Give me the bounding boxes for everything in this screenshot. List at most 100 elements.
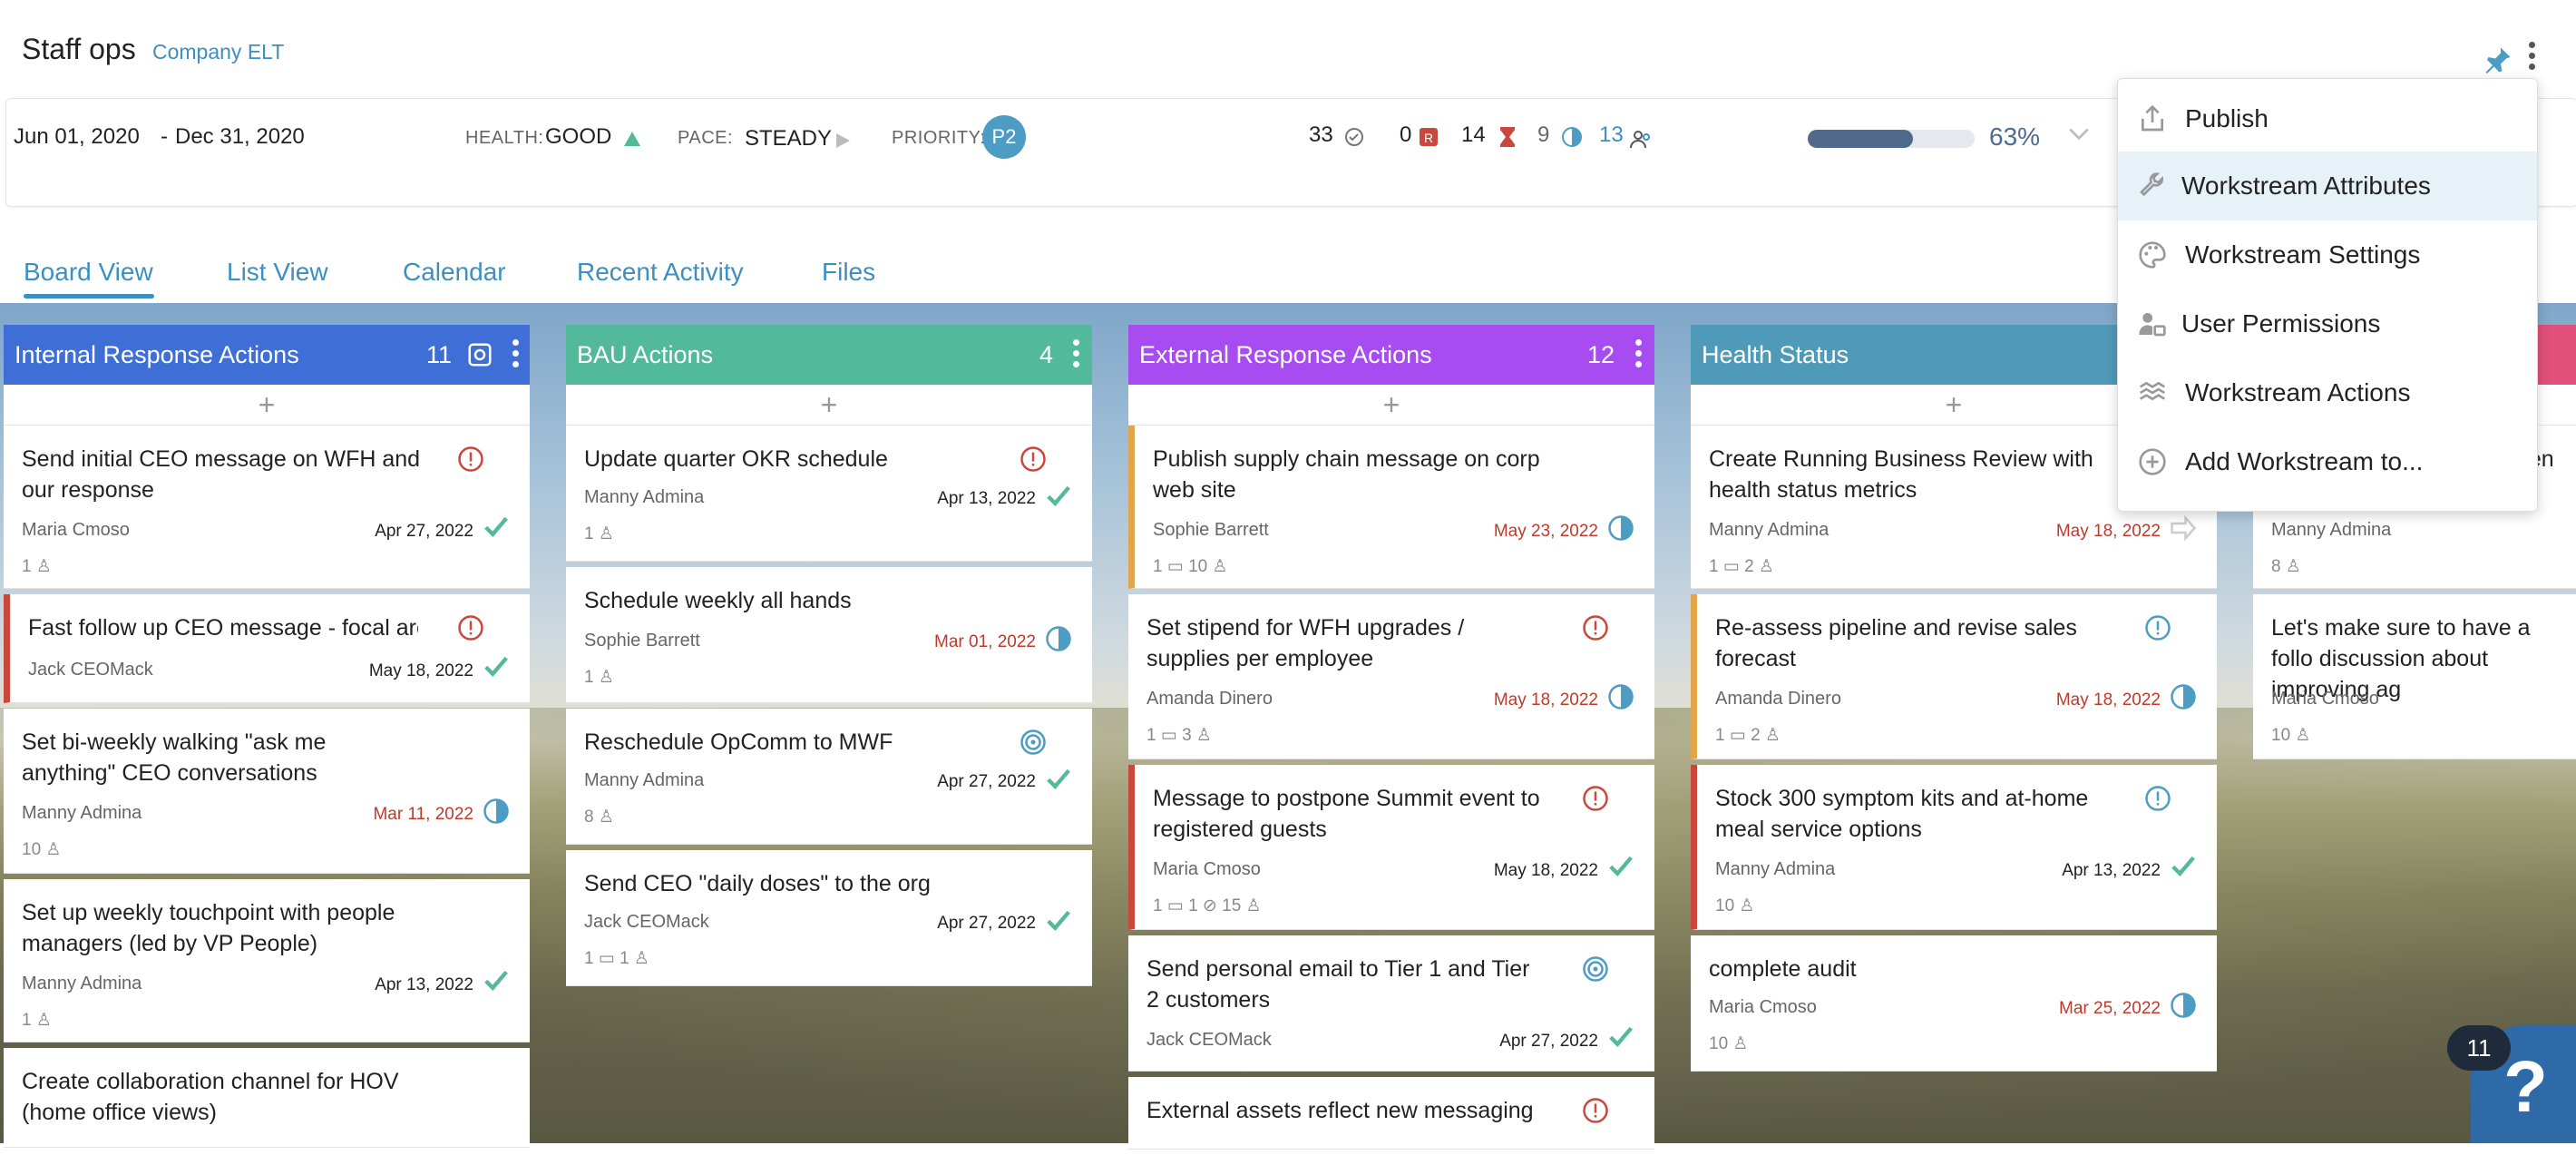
card-title: Set bi-weekly walking "ask me anything" … bbox=[22, 729, 327, 786]
task-card[interactable]: Send CEO "daily doses" to the org Jack C… bbox=[566, 850, 1092, 986]
card-meta: 1 ▭ 3 ♙ bbox=[1147, 726, 1212, 745]
card-title: Re-assess pipeline and revise sales fore… bbox=[1715, 615, 2077, 671]
card-date: May 18, 2022 bbox=[2055, 522, 2161, 541]
add-card-button[interactable]: + bbox=[4, 385, 530, 426]
pace-value: STEADY bbox=[745, 126, 833, 151]
column-menu-icon[interactable] bbox=[1633, 339, 1644, 372]
check-icon bbox=[484, 656, 508, 677]
workspace-link[interactable]: Company ELT bbox=[152, 40, 284, 64]
column-header: BAU Actions 4 bbox=[566, 325, 1092, 385]
menu-item-workstream-attributes[interactable]: Workstream Attributes bbox=[2118, 152, 2537, 220]
progress-fill bbox=[1808, 130, 1913, 148]
card-meta: 8 ♙ bbox=[2271, 557, 2301, 576]
card-date: Apr 27, 2022 bbox=[1499, 1032, 1598, 1051]
task-card[interactable]: Set stipend for WFH upgrades / supplies … bbox=[1128, 594, 1654, 759]
task-card[interactable]: Re-assess pipeline and revise sales fore… bbox=[1691, 594, 2217, 759]
card-date: Apr 27, 2022 bbox=[937, 772, 1036, 791]
card-owner: Manny Admina bbox=[22, 803, 142, 823]
target-icon bbox=[1020, 729, 1046, 755]
tab-list-view[interactable]: List View bbox=[227, 258, 328, 287]
card-title: Set up weekly touchpoint with people man… bbox=[22, 900, 395, 956]
layers-icon bbox=[2139, 381, 2166, 401]
check-icon bbox=[1609, 1026, 1633, 1047]
task-card[interactable]: Stock 300 symptom kits and at-home meal … bbox=[1691, 765, 2217, 930]
task-card[interactable]: Let's make sure to have a follo discussi… bbox=[2253, 594, 2576, 759]
card-title: Update quarter OKR schedule bbox=[584, 446, 888, 472]
check-icon bbox=[2171, 856, 2195, 876]
card-owner: Sophie Barrett bbox=[584, 631, 700, 651]
in-progress-count: 9 bbox=[1537, 122, 1550, 147]
share-icon bbox=[2142, 104, 2163, 132]
tab-calendar[interactable]: Calendar bbox=[403, 258, 506, 287]
card-date: Mar 01, 2022 bbox=[934, 632, 1036, 651]
task-card[interactable]: Set up weekly touchpoint with people man… bbox=[4, 879, 530, 1042]
triangle-up-icon bbox=[624, 132, 640, 146]
add-card-button[interactable]: + bbox=[1128, 385, 1654, 426]
menu-item-publish[interactable]: Publish bbox=[2118, 84, 2537, 153]
card-meta: 1 ♙ bbox=[584, 668, 614, 687]
tab-recent-activity[interactable]: Recent Activity bbox=[577, 258, 744, 287]
task-card[interactable]: Send initial CEO message on WFH and our … bbox=[4, 426, 530, 589]
task-card[interactable]: Schedule weekly all hands Sophie Barrett… bbox=[566, 567, 1092, 703]
task-card[interactable]: Publish supply chain message on corp web… bbox=[1128, 426, 1654, 589]
card-owner: Manny Admina bbox=[584, 487, 705, 507]
card-owner: Manny Admina bbox=[22, 974, 142, 993]
card-meta: 1 ▭ 10 ♙ bbox=[1153, 557, 1228, 576]
alert-icon bbox=[1583, 1098, 1608, 1123]
user-lock-icon bbox=[2139, 313, 2166, 337]
card-title: Send CEO "daily doses" to the org bbox=[584, 871, 931, 896]
task-card[interactable]: complete audit Maria Cmoso Mar 25, 2022 … bbox=[1691, 935, 2217, 1072]
task-card[interactable]: External assets reflect new messaging bbox=[1128, 1077, 1654, 1150]
pin-icon[interactable] bbox=[2482, 44, 2514, 76]
settings-icon[interactable] bbox=[466, 341, 493, 368]
card-date: Apr 13, 2022 bbox=[2062, 861, 2161, 880]
column-title: BAU Actions bbox=[577, 341, 714, 368]
menu-item-user-permissions[interactable]: User Permissions bbox=[2118, 289, 2537, 358]
add-card-button[interactable]: + bbox=[566, 385, 1092, 426]
card-date: May 18, 2022 bbox=[1493, 690, 1598, 710]
chevron-down-icon[interactable] bbox=[2067, 122, 2091, 146]
check-icon bbox=[1047, 485, 1070, 506]
task-card[interactable]: Update quarter OKR schedule Manny Admina… bbox=[566, 426, 1092, 562]
half-circle-icon bbox=[483, 798, 509, 824]
alert-icon bbox=[458, 446, 483, 472]
card-meta: 1 ♙ bbox=[22, 1011, 52, 1030]
card-owner: Maria Cmoso bbox=[1709, 997, 1817, 1017]
hourglass-icon bbox=[1500, 127, 1515, 147]
tab-board-view[interactable]: Board View bbox=[24, 258, 153, 287]
card-owner: Jack CEOMack bbox=[584, 912, 709, 932]
menu-item-workstream-actions[interactable]: Workstream Actions bbox=[2118, 358, 2537, 427]
alert-icon bbox=[1583, 615, 1608, 641]
more-options-icon[interactable] bbox=[2525, 42, 2538, 78]
progress-bar bbox=[1808, 130, 1975, 148]
help-question-icon[interactable]: ? bbox=[2503, 1045, 2548, 1129]
page-title: Staff ops bbox=[22, 33, 136, 65]
column-title: External Response Actions bbox=[1139, 341, 1432, 368]
card-title: Send initial CEO message on WFH and our … bbox=[22, 446, 421, 503]
column-menu-icon[interactable] bbox=[510, 339, 521, 372]
menu-item-workstream-settings[interactable]: Workstream Settings bbox=[2118, 220, 2537, 289]
task-card[interactable]: Create collaboration channel for HOV (ho… bbox=[4, 1048, 530, 1148]
overdue-count: 14 bbox=[1461, 122, 1486, 147]
wrench-icon bbox=[2140, 172, 2163, 197]
task-card[interactable]: Reschedule OpComm to MWF Manny Admina Ap… bbox=[566, 709, 1092, 845]
menu-item-label: Workstream Attributes bbox=[2181, 171, 2431, 200]
column-bau-actions: BAU Actions 4 + Update quarter OKR sched… bbox=[566, 325, 1092, 992]
menu-item-add-workstream[interactable]: Add Workstream to... bbox=[2118, 427, 2537, 496]
date-separator: - bbox=[161, 124, 168, 149]
task-card[interactable]: Fast follow up CEO message - focal are J… bbox=[4, 594, 530, 703]
tab-files[interactable]: Files bbox=[822, 258, 875, 287]
task-card[interactable]: Set bi-weekly walking "ask me anything" … bbox=[4, 709, 530, 874]
card-meta: 1 ♙ bbox=[22, 557, 52, 576]
half-circle-icon bbox=[1562, 127, 1582, 147]
card-meta: 10 ♙ bbox=[1709, 1034, 1749, 1053]
members-count[interactable]: 13 bbox=[1599, 122, 1624, 148]
column-menu-icon[interactable] bbox=[1070, 339, 1081, 372]
alert-icon bbox=[2145, 786, 2171, 811]
priority-label: PRIORITY: bbox=[892, 128, 986, 148]
users-icon[interactable] bbox=[1630, 128, 1654, 150]
task-card[interactable]: Message to postpone Summit event to regi… bbox=[1128, 765, 1654, 930]
menu-item-label: Workstream Settings bbox=[2185, 240, 2421, 269]
menu-item-label: Add Workstream to... bbox=[2185, 447, 2424, 475]
task-card[interactable]: Send personal email to Tier 1 and Tier 2… bbox=[1128, 935, 1654, 1072]
